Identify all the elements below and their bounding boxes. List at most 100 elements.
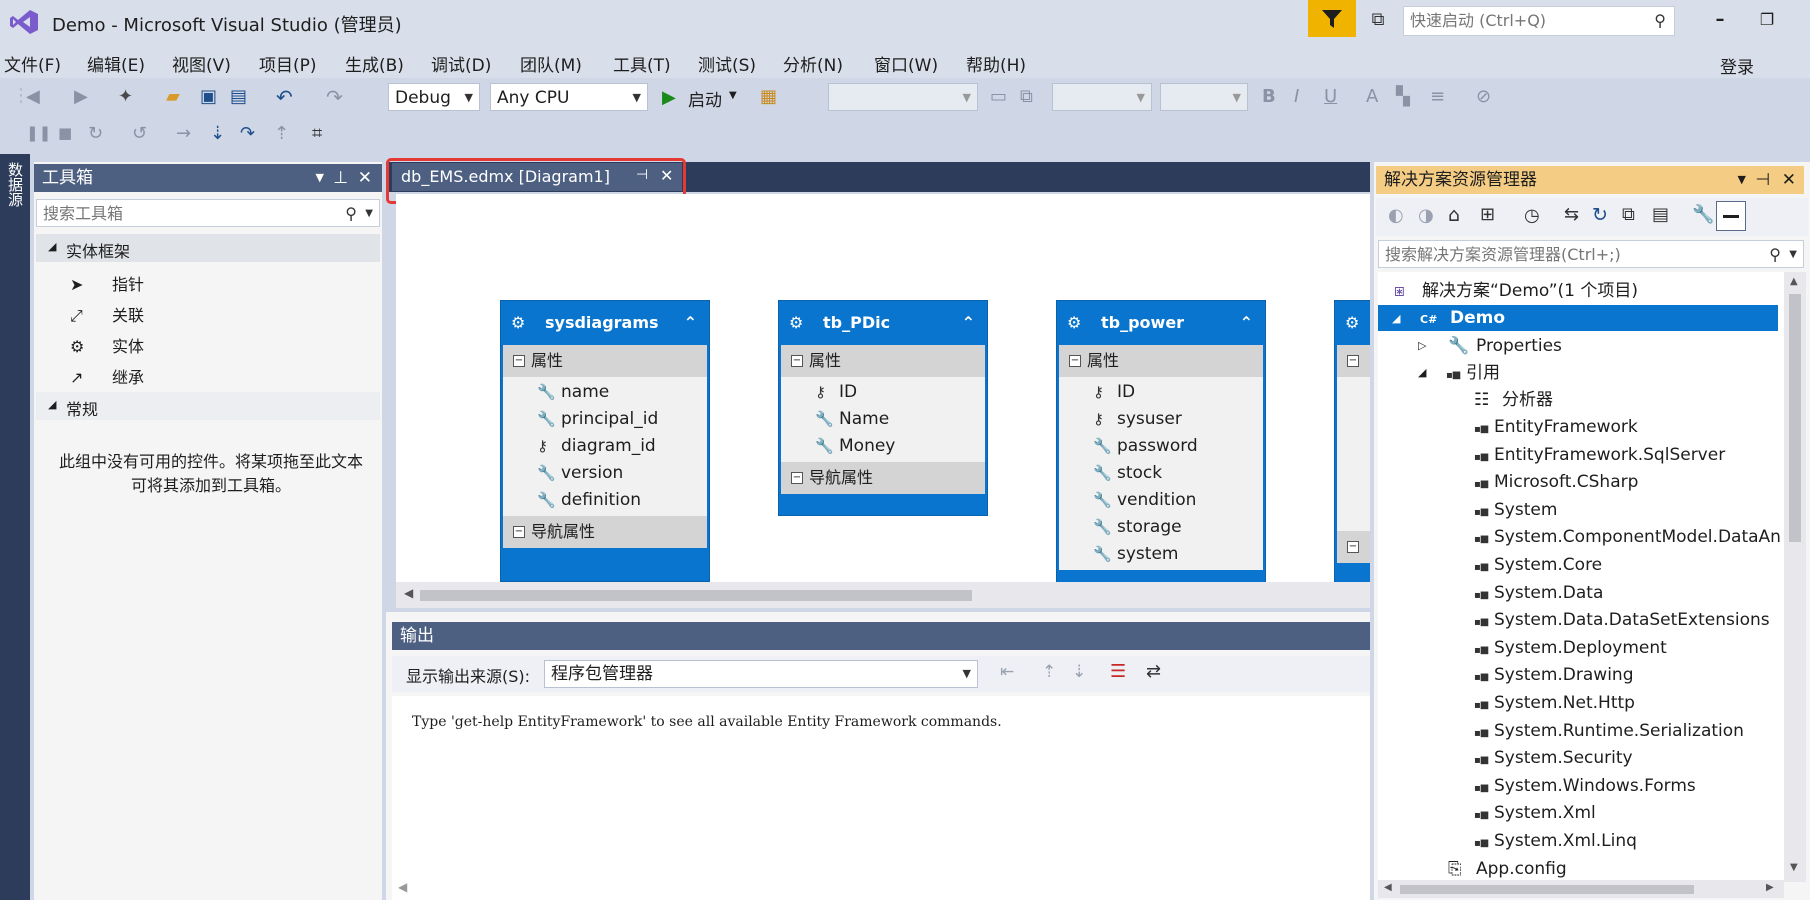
entity-tb-pdic[interactable]: ⚙ tb_PDic ⌃ − 属性 ⚷ ID 🔧 Name 🔧 Money − 导航属性 [778, 300, 988, 516]
collapse-box-icon[interactable]: − [791, 355, 803, 367]
collapse-box-icon[interactable]: − [791, 472, 803, 484]
property-money[interactable]: 🔧 Money [781, 433, 985, 460]
collapsed-icon[interactable]: ▷ [1418, 339, 1426, 352]
reference-item[interactable]: ▪■ System.Data.DataSetExtensions [1474, 607, 1770, 633]
menu-edit[interactable]: 编辑(E) [87, 51, 145, 76]
refresh-icon[interactable]: ↻ [1592, 204, 1608, 226]
scrollbar-thumb[interactable] [420, 590, 972, 601]
collapse-box-icon[interactable]: − [1347, 355, 1359, 367]
pin-icon[interactable]: ⊥ [333, 164, 348, 192]
menu-view[interactable]: 视图(V) [172, 51, 231, 76]
navigation-section[interactable]: − 导航属性 [781, 462, 985, 494]
analyzer-node[interactable]: ☷ 分析器 [1474, 387, 1553, 413]
property-password[interactable]: 🔧 password [1059, 433, 1263, 460]
reference-item[interactable]: ▪■ System.Runtime.Serialization [1474, 718, 1744, 744]
references-node[interactable]: ▪■ 引用 [1446, 360, 1500, 386]
toolbox-item-pointer[interactable]: ➤ 指针 [70, 271, 144, 295]
toolbox-group-general[interactable]: ◢ 常规 [36, 392, 380, 420]
collapse-icon[interactable]: ⌃ [684, 301, 697, 345]
reference-item[interactable]: ▪■ System.Data [1474, 580, 1603, 606]
properties-wrench-icon[interactable]: 🔧 [1692, 204, 1714, 225]
scroll-left-icon[interactable]: ◀ [404, 586, 413, 600]
feedback-icon[interactable]: ⧉ [1365, 6, 1391, 32]
collapse-box-icon[interactable]: − [1069, 355, 1081, 367]
solution-node[interactable]: ⧆ 解决方案“Demo”(1 个项目) [1394, 278, 1638, 304]
scrollbar-thumb[interactable] [1789, 294, 1801, 542]
toolbox-group-entity-framework[interactable]: ◢ 实体框架 [36, 234, 380, 262]
scroll-left-icon[interactable]: ◀ [398, 880, 407, 894]
toolbox-search-input[interactable]: 搜索工具箱 ⚲ ▼ [36, 199, 380, 227]
forward-icon[interactable]: ▶ [74, 86, 88, 107]
property-system[interactable]: 🔧 system [1059, 541, 1263, 568]
scroll-up-icon[interactable]: ▲ [1790, 276, 1798, 287]
property-vendition[interactable]: 🔧 vendition [1059, 487, 1263, 514]
browser-link-icon[interactable]: ▦ [760, 86, 777, 107]
close-icon[interactable]: ✕ [1782, 166, 1796, 194]
reference-item[interactable]: ▪■ System.Windows.Forms [1474, 773, 1696, 799]
solution-explorer-search-input[interactable]: 搜索解决方案资源管理器(Ctrl+;) ⚲ ▼ [1378, 240, 1804, 268]
home-icon[interactable]: ⌂ [1448, 204, 1460, 226]
output-source-select[interactable]: 程序包管理器 ▼ [544, 660, 978, 688]
toolbox-item-association[interactable]: ⤢ 关联 [70, 302, 144, 326]
open-file-icon[interactable]: ▰ [166, 86, 180, 107]
menu-build[interactable]: 生成(B) [345, 51, 404, 76]
chevron-down-icon[interactable]: ▼ [1789, 241, 1797, 269]
toolbox-item-entity[interactable]: ⚙ 实体 [70, 333, 144, 357]
properties-node[interactable]: 🔧 Properties [1448, 333, 1562, 359]
properties-section[interactable]: − 属性 [503, 345, 707, 377]
expand-icon[interactable]: ◢ [1418, 366, 1426, 379]
reference-item[interactable]: ▪■ System.Net.Http [1474, 690, 1635, 716]
property-name[interactable]: 🔧 name [503, 379, 707, 406]
property-storage[interactable]: 🔧 storage [1059, 514, 1263, 541]
reference-item[interactable]: ▪■ System.Xml.Linq [1474, 828, 1637, 854]
new-project-icon[interactable]: ✦ [118, 86, 133, 107]
collapse-box-icon[interactable]: − [1347, 541, 1359, 553]
reference-item[interactable]: ▪■ EntityFramework.SqlServer [1474, 442, 1725, 468]
scroll-right-icon[interactable]: ▶ [1766, 882, 1774, 893]
scrollbar-thumb[interactable] [1400, 885, 1694, 894]
property-name[interactable]: 🔧 Name [781, 406, 985, 433]
menu-analyze[interactable]: 分析(N) [783, 51, 843, 76]
menu-help[interactable]: 帮助(H) [966, 51, 1026, 76]
start-icon[interactable]: ▶ [662, 87, 676, 108]
data-sources-tab[interactable]: 数据源 [4, 162, 26, 207]
property-id[interactable]: ⚷ ID [781, 379, 985, 406]
login-link[interactable]: 登录 [1720, 53, 1754, 78]
save-all-icon[interactable]: ▤ [230, 86, 247, 107]
chevron-down-icon[interactable]: ▼ [729, 90, 737, 101]
sync-view-icon[interactable]: ⊞ [1480, 204, 1495, 225]
save-icon[interactable]: ▣ [200, 86, 217, 107]
redo-icon[interactable]: ↷ [326, 85, 343, 109]
collapse-icon[interactable]: ⌃ [1240, 301, 1253, 345]
menu-debug[interactable]: 调试(D) [431, 51, 491, 76]
pending-changes-icon[interactable]: ◷ [1524, 205, 1540, 226]
property-stock[interactable]: 🔧 stock [1059, 460, 1263, 487]
entity-tb-power[interactable]: ⚙ tb_power ⌃ − 属性 ⚷ ID ⚷ sysuser 🔧 password 🔧 s… [1056, 300, 1266, 582]
reference-item[interactable]: ▪■ Microsoft.CSharp [1474, 469, 1638, 495]
expand-icon[interactable]: ◢ [1392, 312, 1400, 325]
scroll-down-icon[interactable]: ▼ [1790, 862, 1798, 873]
restore-button[interactable]: ❐ [1752, 6, 1782, 32]
menu-file[interactable]: 文件(F) [4, 51, 61, 76]
pin-icon[interactable]: ⊣ [1755, 166, 1770, 194]
close-icon[interactable]: ✕ [358, 164, 372, 192]
reference-item[interactable]: ▪■ System [1474, 497, 1557, 523]
menu-team[interactable]: 团队(M) [520, 51, 582, 76]
chevron-down-icon[interactable]: ▼ [365, 200, 373, 228]
chevron-down-icon[interactable]: ▼ [316, 164, 324, 192]
solution-configuration-select[interactable]: Debug ▼ [388, 83, 480, 111]
filter-icon[interactable] [1308, 0, 1356, 37]
collapse-icon[interactable]: ⌃ [962, 301, 975, 345]
collapse-all-icon[interactable]: ⧉ [1622, 204, 1635, 225]
clear-all-icon[interactable]: ☰ [1110, 661, 1126, 682]
quick-launch-input[interactable]: 快速启动 (Ctrl+Q) ⚲ [1403, 6, 1675, 36]
scroll-left-icon[interactable]: ◀ [1384, 882, 1392, 893]
reference-item[interactable]: ▪■ System.Deployment [1474, 635, 1667, 661]
menu-window[interactable]: 窗口(W) [874, 51, 938, 76]
edmx-diagram-canvas[interactable]: ⚙ sysdiagrams ⌃ − 属性 🔧 name 🔧 principal_id ⚷ d… [396, 194, 1370, 582]
collapse-box-icon[interactable]: − [513, 355, 525, 367]
menu-project[interactable]: 项目(P) [259, 51, 317, 76]
chevron-down-icon[interactable]: ▼ [1738, 166, 1746, 194]
property-principal-id[interactable]: 🔧 principal_id [503, 406, 707, 433]
minimize-button[interactable]: – [1705, 6, 1735, 32]
